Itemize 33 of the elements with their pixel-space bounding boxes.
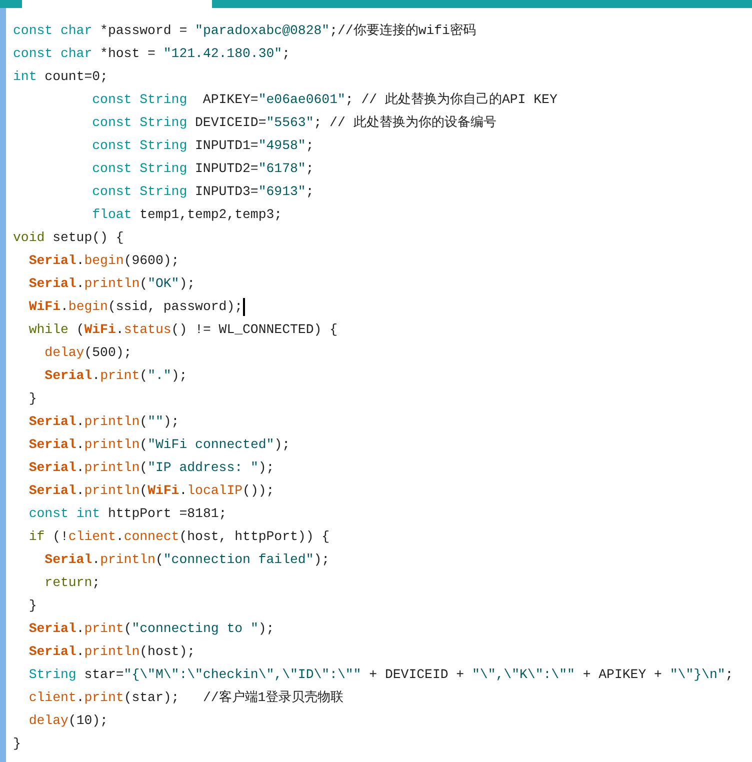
code-line: int count=0; bbox=[13, 69, 108, 84]
code-line: client.print(star); //客户端1登录贝壳物联 bbox=[28, 690, 344, 706]
code-line: String star="{\"M\":\"checkin\",\"ID\":\"" + DEVICEID + "\",\"K\":\"" + APIKEY + "\"}\n"; bbox=[28, 667, 734, 682]
code-line: } bbox=[28, 391, 37, 406]
code-line: delay(10); bbox=[28, 713, 108, 728]
code-line: Serial.println("connection failed"); bbox=[44, 552, 330, 568]
code-line: const String INPUTD3="6913"; bbox=[91, 184, 314, 200]
code-line: return; bbox=[44, 575, 100, 590]
code-line: Serial.println(""); bbox=[28, 414, 180, 430]
code-line: while (WiFi.status() != WL_CONNECTED) { bbox=[28, 322, 338, 338]
code-line: const char *host = "121.42.180.30"; bbox=[13, 46, 290, 62]
code-line: Serial.begin(9600); bbox=[28, 253, 180, 268]
code-line: Serial.println("OK"); bbox=[28, 276, 196, 292]
code-line: const String INPUTD2="6178"; bbox=[91, 161, 314, 176]
code-line: const String INPUTD1="4958"; bbox=[91, 138, 314, 154]
code-line: const String DEVICEID="5563"; // 此处替换为你的设备编号 bbox=[91, 115, 496, 130]
code-line: } bbox=[13, 736, 21, 752]
code-line: Serial.println(host); bbox=[28, 644, 196, 660]
code-line: Serial.println("IP address: "); bbox=[28, 460, 274, 476]
code-line: const String APIKEY="e06ae0601"; // 此处替换为你自己的API KEY bbox=[91, 92, 558, 108]
code-line: const char *password = "paradoxabc@0828";//你要连接的wifi密码 bbox=[13, 23, 476, 38]
code-line: if (!client.connect(host, httpPort)) { bbox=[28, 529, 330, 544]
code-line: Serial.println("WiFi connected"); bbox=[28, 437, 290, 452]
code-line: void setup() { bbox=[13, 230, 124, 246]
code-line: delay(500); bbox=[44, 345, 132, 360]
editor-tab[interactable] bbox=[22, 0, 212, 8]
code-line: Serial.print("."); bbox=[44, 368, 188, 384]
code-line: } bbox=[28, 598, 37, 614]
code-line: float temp1,temp2,temp3; bbox=[91, 207, 282, 222]
code-line: const int httpPort =8181; bbox=[28, 506, 227, 522]
code-line: Serial.println(WiFi.localIP()); bbox=[28, 483, 274, 498]
code-line: Serial.print("connecting to "); bbox=[28, 621, 274, 636]
code-line: WiFi.begin(ssid, password); bbox=[28, 299, 243, 314]
